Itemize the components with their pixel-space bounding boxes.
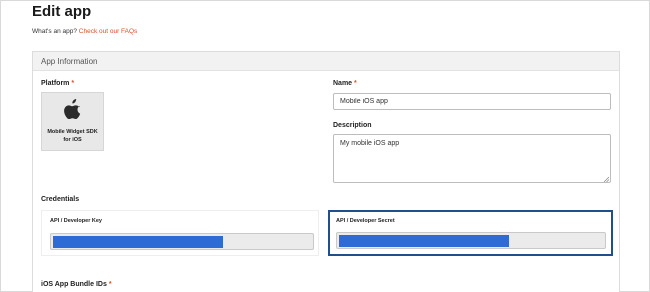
faq-link[interactable]: Check out our FAQs [79,28,138,35]
platform-label: Platform * [41,80,74,87]
platform-label-text: Platform [41,80,70,87]
platform-tile-label-line2: for iOS [63,137,82,143]
developer-secret-label: API / Developer Secret [336,218,395,224]
developer-secret-masked-value [339,235,509,247]
name-input[interactable] [333,93,611,110]
page-title: Edit app [32,3,92,20]
required-mark: * [108,281,112,288]
name-label-text: Name [333,80,353,87]
developer-key-masked-value [53,236,223,248]
required-mark: * [354,80,357,87]
credentials-label: Credentials [41,196,80,203]
developer-secret-box: API / Developer Secret [328,210,613,256]
developer-key-box: API / Developer Key [41,210,319,256]
faq-line: What's an app? Check out our FAQs [32,28,137,35]
resize-grip-icon[interactable] [603,176,609,182]
panel-header: App Information [33,52,619,71]
developer-key-label: API / Developer Key [50,218,102,224]
required-mark: * [71,80,75,87]
apple-icon [64,99,81,119]
platform-tile-ios[interactable]: Mobile Widget SDK for iOS [41,92,104,151]
faq-prompt: What's an app? [32,28,77,35]
panel-title: App Information [41,57,98,66]
bundle-ids-label: iOS App Bundle IDs * [41,281,112,288]
bundle-ids-label-text: iOS App Bundle IDs [41,281,107,288]
app-information-panel: App Information Platform * Mobile Widget… [32,51,620,292]
description-label: Description [333,122,372,129]
developer-secret-field[interactable] [336,232,606,249]
description-textarea[interactable]: My mobile iOS app [333,134,611,183]
name-label: Name * [333,80,357,87]
developer-key-field[interactable] [50,233,314,250]
platform-tile-label: Mobile Widget SDK for iOS [42,128,103,144]
platform-tile-label-line1: Mobile Widget SDK [47,129,98,135]
